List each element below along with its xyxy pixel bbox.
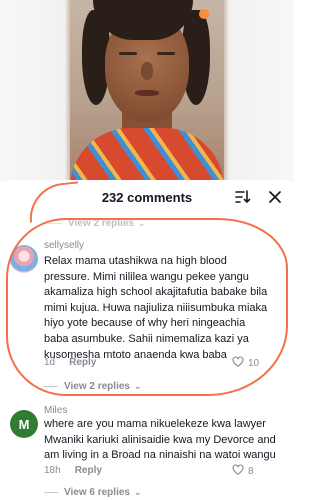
divider bbox=[48, 223, 62, 224]
divider bbox=[44, 492, 58, 493]
reply-button[interactable]: Reply bbox=[69, 357, 96, 368]
heart-icon bbox=[232, 356, 244, 370]
comment-text: where are you mama nikuelekeze kwa lawye… bbox=[44, 418, 276, 462]
view-replies-label: View 6 replies bbox=[64, 487, 130, 498]
view-replies-button[interactable]: View 2 replies ⌄ bbox=[44, 381, 142, 392]
heart-icon bbox=[232, 464, 244, 478]
comment-username[interactable]: Miles bbox=[44, 405, 67, 416]
comments-header: 232 comments bbox=[0, 180, 294, 214]
sort-icon[interactable] bbox=[232, 186, 254, 208]
like-count: 8 bbox=[248, 465, 254, 477]
like-button[interactable]: 8 bbox=[232, 464, 254, 478]
eye bbox=[157, 52, 175, 55]
avatar[interactable] bbox=[10, 245, 38, 273]
comment-username[interactable]: sellyselly bbox=[44, 240, 84, 251]
comment-meta: 18h Reply bbox=[44, 465, 102, 476]
reply-button[interactable]: Reply bbox=[75, 465, 102, 476]
like-count: 10 bbox=[248, 357, 260, 369]
chevron-down-icon: ⌄ bbox=[133, 381, 142, 391]
comment-meta: 1d Reply bbox=[44, 357, 96, 368]
comment-count: 232 comments bbox=[101, 189, 193, 205]
view-replies-label: View 2 replies bbox=[64, 381, 130, 392]
view-replies-button[interactable]: View 2 replies ⌄ bbox=[48, 218, 146, 229]
comment-time: 18h bbox=[44, 465, 61, 476]
nose bbox=[141, 62, 153, 80]
view-replies-button[interactable]: View 6 replies ⌄ bbox=[44, 487, 142, 498]
chevron-down-icon: ⌄ bbox=[133, 487, 142, 497]
divider bbox=[44, 386, 58, 387]
comment-text: Relax mama utashikwa na high blood press… bbox=[44, 255, 268, 361]
eye bbox=[119, 52, 137, 55]
avatar[interactable]: M bbox=[10, 410, 38, 438]
mouth bbox=[135, 90, 159, 96]
chevron-down-icon: ⌄ bbox=[137, 218, 146, 228]
view-replies-label: View 2 replies bbox=[68, 218, 134, 229]
annotation-dot bbox=[199, 9, 209, 19]
dress bbox=[70, 128, 224, 182]
close-icon[interactable] bbox=[264, 186, 286, 208]
comment-time: 1d bbox=[44, 357, 56, 368]
video-area[interactable] bbox=[0, 0, 294, 182]
avatar-letter: M bbox=[18, 416, 30, 432]
like-button[interactable]: 10 bbox=[232, 356, 259, 370]
video-frame bbox=[70, 0, 224, 182]
